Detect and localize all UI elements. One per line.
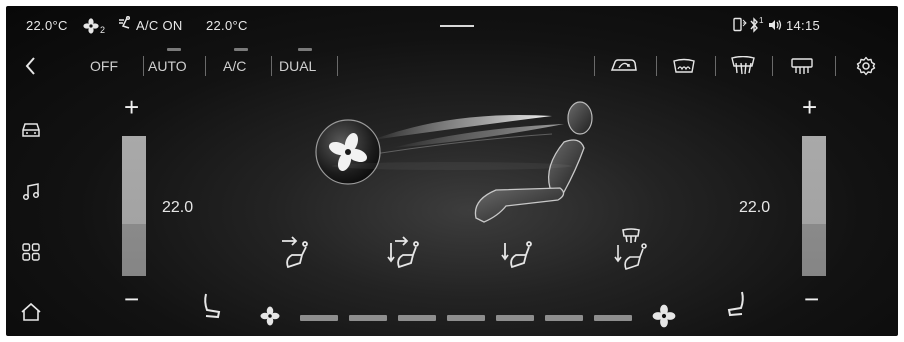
left-temp-value: 22.0 (162, 199, 194, 216)
fan-status-icon (83, 18, 99, 34)
home-icon[interactable] (20, 302, 42, 322)
apps-grid-icon[interactable] (22, 243, 40, 261)
max-defrost-icon[interactable] (730, 56, 756, 76)
status-ac: A/C ON (136, 18, 183, 33)
right-temp-up-button[interactable]: + (802, 94, 817, 120)
climate-screen: 22.0°C 2 A/C ON 22.0°C 1 14:15 OFF AUTO … (6, 6, 898, 336)
divider (271, 56, 272, 76)
front-defrost-icon[interactable] (672, 58, 696, 74)
seat-airflow-status-icon (117, 16, 133, 34)
clock: 14:15 (786, 18, 821, 33)
divider (835, 56, 836, 76)
fan-speed-segment[interactable] (398, 315, 436, 321)
status-right-temp: 22.0°C (206, 18, 248, 33)
drag-handle[interactable] (440, 25, 474, 27)
left-seat-heat-icon[interactable] (201, 292, 223, 320)
bluetooth-icon (749, 17, 759, 33)
divider (772, 56, 773, 76)
fan-high-icon[interactable] (652, 304, 676, 328)
fan-speed-segment[interactable] (300, 315, 338, 321)
right-temp-down-button[interactable]: − (804, 286, 819, 312)
divider (337, 56, 338, 76)
fan-speed-segment[interactable] (349, 315, 387, 321)
divider (205, 56, 206, 76)
airflow-defrost-feet-button[interactable] (613, 227, 651, 273)
fan-speed-segment[interactable] (496, 315, 534, 321)
fan-speed-segment[interactable] (594, 315, 632, 321)
fan-low-icon[interactable] (260, 306, 280, 326)
recirculation-icon[interactable] (609, 56, 639, 76)
status-left-temp: 22.0°C (26, 18, 68, 33)
right-seat-heat-icon[interactable] (726, 290, 748, 318)
phone-icon (733, 17, 747, 33)
fan-speed-segment[interactable] (545, 315, 583, 321)
airflow-face-feet-button[interactable] (387, 235, 421, 273)
mode-off-button[interactable]: OFF (90, 58, 118, 74)
dual-indicator (298, 48, 312, 51)
right-temp-slider[interactable] (802, 136, 826, 276)
divider (656, 56, 657, 76)
car-icon[interactable] (20, 121, 42, 139)
airflow-face-button[interactable] (278, 235, 312, 273)
fan-speed-segment[interactable] (447, 315, 485, 321)
divider (143, 56, 144, 76)
divider (715, 56, 716, 76)
airflow-illustration (315, 101, 593, 223)
rear-defrost-icon[interactable] (790, 57, 814, 75)
ac-indicator (234, 48, 248, 51)
bluetooth-level: 1 (759, 16, 764, 25)
auto-indicator (167, 48, 181, 51)
left-temp-up-button[interactable]: + (124, 94, 139, 120)
right-temp-value: 22.0 (739, 199, 771, 216)
music-icon[interactable] (21, 182, 41, 202)
volume-icon (767, 17, 783, 33)
divider (594, 56, 595, 76)
left-temp-slider[interactable] (122, 136, 146, 276)
mode-auto-button[interactable]: AUTO (148, 58, 187, 74)
fan-level-value: 2 (100, 25, 106, 35)
mode-ac-button[interactable]: A/C (223, 58, 246, 74)
mode-dual-button[interactable]: DUAL (279, 58, 316, 74)
airflow-feet-button[interactable] (500, 235, 534, 273)
back-chevron-icon[interactable] (24, 56, 36, 76)
settings-gear-icon[interactable] (856, 56, 876, 76)
left-temp-down-button[interactable]: − (124, 286, 139, 312)
